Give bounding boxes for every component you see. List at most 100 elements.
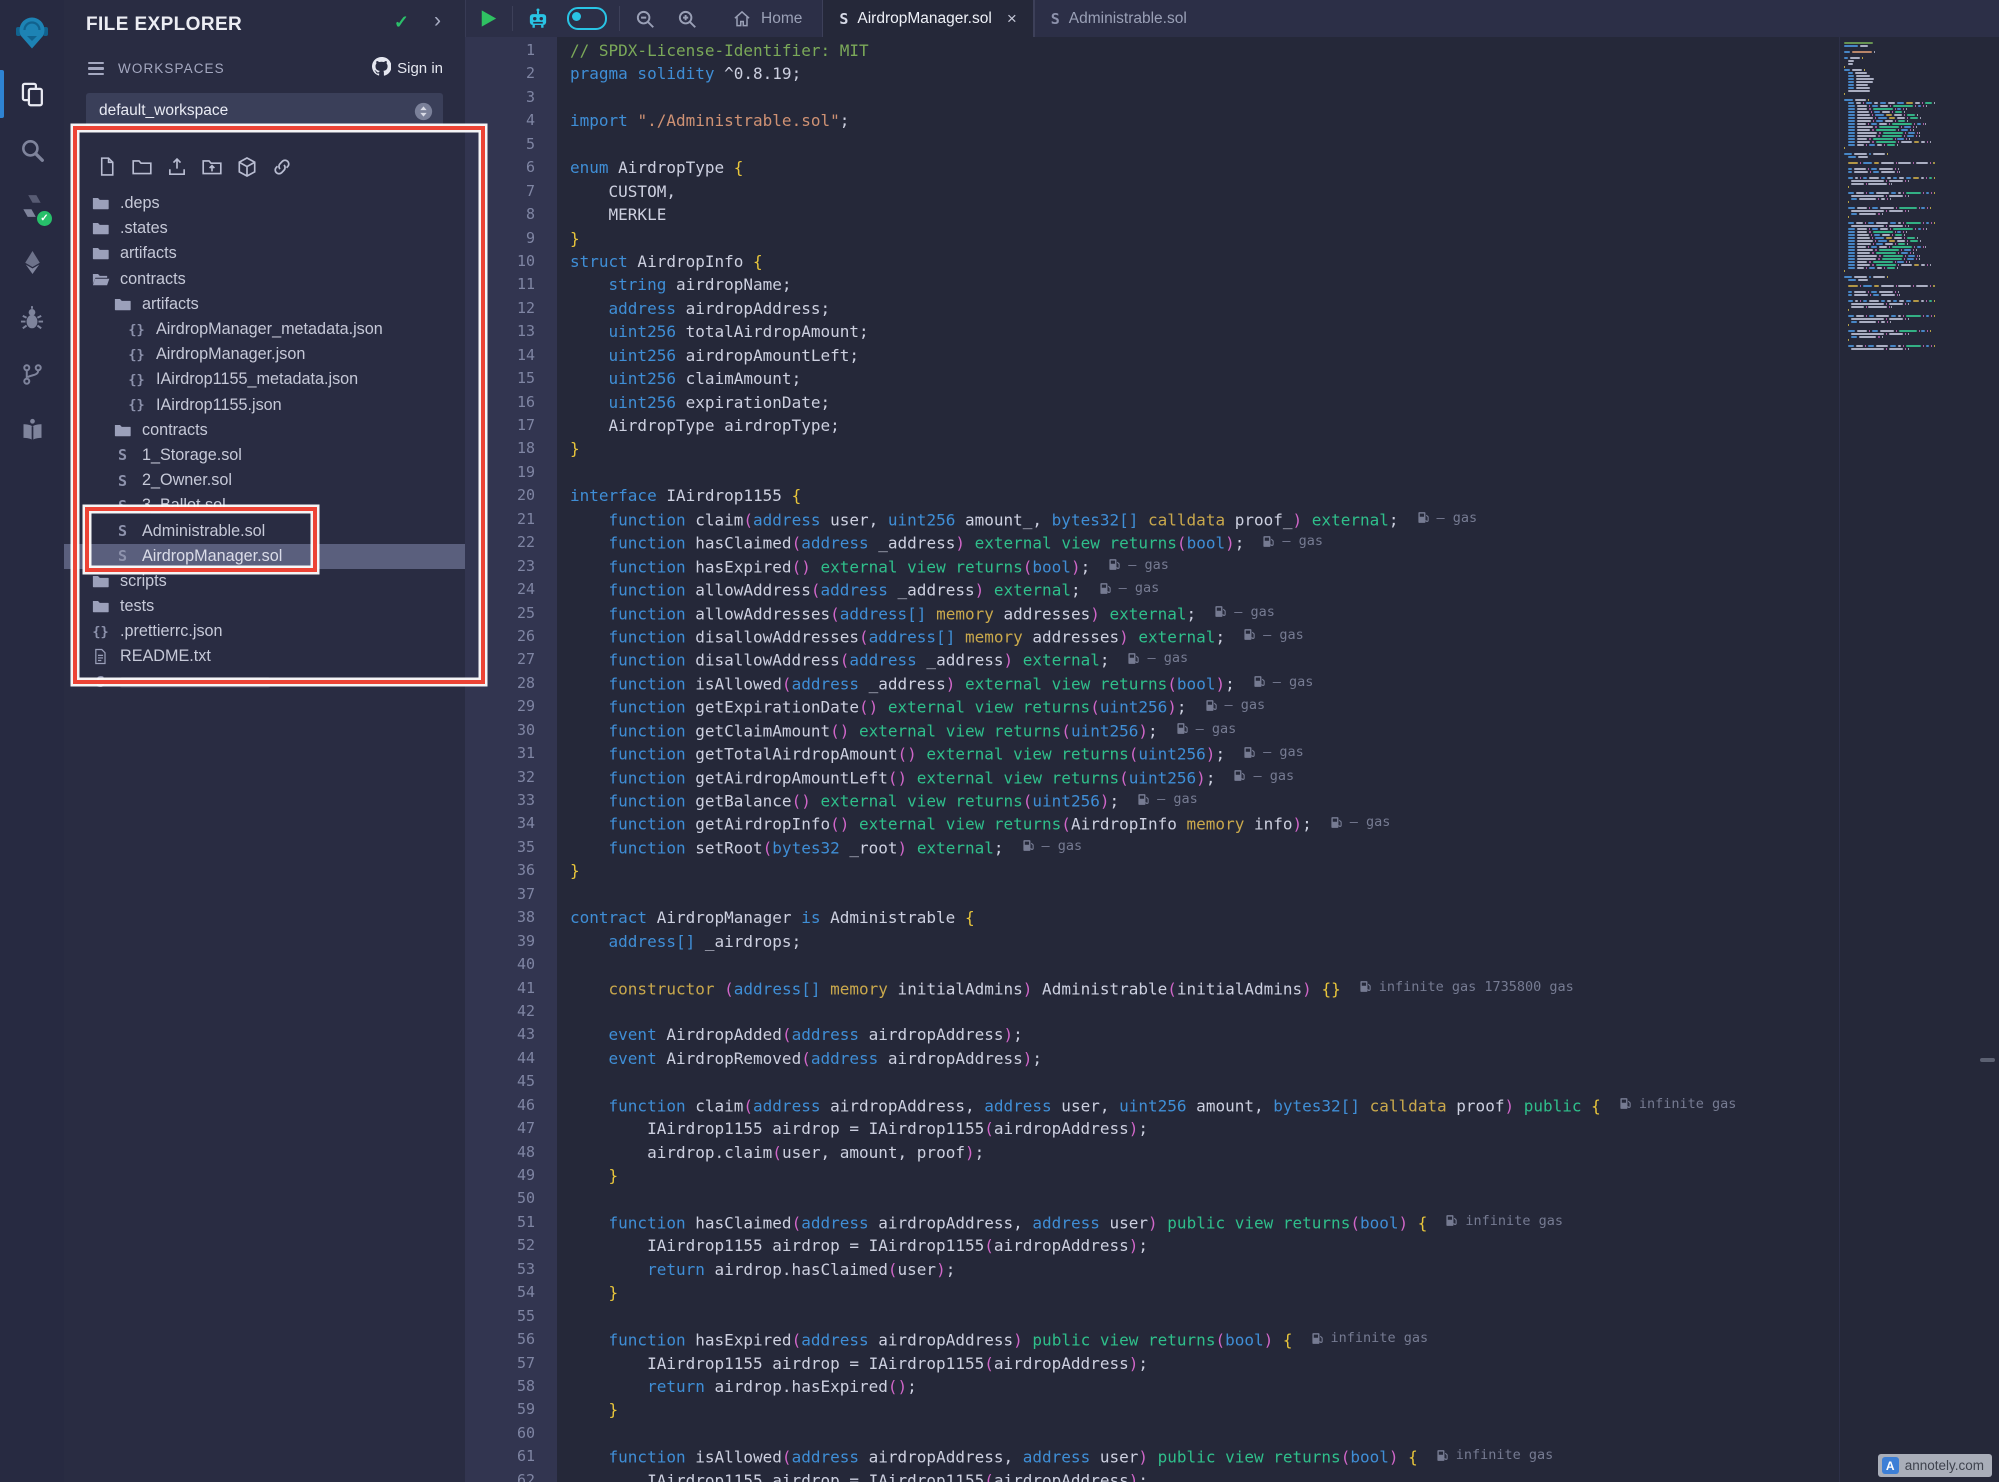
code-line[interactable]: string airdropName; — [570, 275, 1839, 298]
code-line[interactable]: } — [570, 861, 1839, 884]
code-line[interactable]: } — [570, 1400, 1839, 1423]
code-line[interactable]: function getTotalAirdropAmount() externa… — [570, 744, 1839, 767]
code-line[interactable]: } — [570, 1283, 1839, 1306]
tree-file[interactable]: S2_Owner.sol — [64, 468, 465, 493]
code-line[interactable]: function isAllowed(address _address) ext… — [570, 674, 1839, 697]
code-line[interactable]: pragma solidity ^0.8.19; — [570, 64, 1839, 87]
code-line[interactable]: uint256 airdropAmountLeft; — [570, 346, 1839, 369]
cube-icon[interactable] — [236, 156, 258, 178]
code-line[interactable]: } — [570, 229, 1839, 252]
code-line[interactable]: function isAllowed(address airdropAddres… — [570, 1447, 1839, 1470]
code-line[interactable]: uint256 claimAmount; — [570, 369, 1839, 392]
code-line[interactable]: } — [570, 439, 1839, 462]
workspaces-menu-icon[interactable] — [88, 62, 104, 76]
code-line[interactable]: AirdropType airdropType; — [570, 416, 1839, 439]
code-line[interactable]: return airdrop.hasClaimed(user); — [570, 1260, 1839, 1283]
code-line[interactable]: enum AirdropType { — [570, 158, 1839, 181]
code-line[interactable]: function setRoot(bytes32 _root) external… — [570, 838, 1839, 861]
scrollbar-gutter[interactable] — [1937, 37, 1999, 1482]
tree-folder[interactable]: contracts — [64, 267, 465, 292]
code-line[interactable]: airdrop.claim(user, amount, proof); — [570, 1143, 1839, 1166]
solidity-compiler-icon[interactable]: ✓ — [0, 178, 64, 234]
code-line[interactable] — [570, 955, 1839, 978]
tree-file[interactable]: SAirdropManager.sol — [64, 544, 465, 569]
code-line[interactable] — [570, 1072, 1839, 1095]
code-line[interactable]: // SPDX-License-Identifier: MIT — [570, 41, 1839, 64]
code-line[interactable]: address airdropAddress; — [570, 299, 1839, 322]
code-line[interactable]: function hasExpired(address airdropAddre… — [570, 1330, 1839, 1353]
workspace-options-button[interactable] — [414, 102, 433, 121]
code-line[interactable]: IAirdrop1155 airdrop = IAirdrop1155(aird… — [570, 1354, 1839, 1377]
sign-in-button[interactable]: Sign in — [372, 57, 443, 80]
code-line[interactable]: MERKLE — [570, 205, 1839, 228]
code-line[interactable]: } — [570, 1166, 1839, 1189]
tree-file[interactable]: {}.prettierrc.json — [64, 619, 465, 644]
link-icon[interactable] — [271, 156, 293, 178]
new-folder-icon[interactable] — [131, 156, 153, 178]
file-explorer-icon[interactable] — [0, 66, 64, 122]
tree-folder[interactable]: artifacts — [64, 241, 465, 266]
tree-folder[interactable]: scripts — [64, 569, 465, 594]
close-icon[interactable]: × — [1007, 9, 1017, 29]
code-line[interactable]: function allowAddress(address _address) … — [570, 580, 1839, 603]
code-line[interactable]: contract AirdropManager is Administrable… — [570, 908, 1839, 931]
code-line[interactable]: function disallowAddresses(address[] mem… — [570, 627, 1839, 650]
code-line[interactable] — [570, 1189, 1839, 1212]
workspace-select[interactable]: default_workspace — [86, 93, 443, 129]
code-line[interactable]: function claim(address user, uint256 amo… — [570, 510, 1839, 533]
tab-airdropmanager-sol[interactable]: SAirdropManager.sol× — [822, 0, 1033, 37]
tree-file[interactable]: {}IAirdrop1155_metadata.json — [64, 367, 465, 392]
code-line[interactable] — [570, 88, 1839, 111]
tree-file[interactable]: SAdministrable.sol — [64, 518, 465, 543]
tree-folder[interactable]: artifacts — [64, 292, 465, 317]
code-line[interactable] — [570, 135, 1839, 158]
code-line[interactable] — [570, 885, 1839, 908]
git-icon[interactable] — [0, 346, 64, 402]
new-file-icon[interactable] — [97, 156, 118, 178]
upload-file-icon[interactable] — [166, 156, 188, 178]
tree-file[interactable]: S1_Storage.sol — [64, 443, 465, 468]
code-line[interactable]: IAirdrop1155 airdrop = IAirdrop1155(aird… — [570, 1236, 1839, 1259]
code-line[interactable]: IAirdrop1155 airdrop = IAirdrop1155(aird… — [570, 1471, 1839, 1482]
code-line[interactable]: CUSTOM, — [570, 182, 1839, 205]
code-line[interactable]: function disallowAddress(address _addres… — [570, 650, 1839, 673]
zoom-in-button[interactable] — [666, 0, 708, 37]
code-line[interactable] — [570, 1424, 1839, 1447]
scrollbar-thumb[interactable] — [1980, 1058, 1995, 1062]
upload-folder-icon[interactable] — [201, 156, 223, 178]
code-line[interactable] — [570, 463, 1839, 486]
code-line[interactable]: function hasExpired() external view retu… — [570, 557, 1839, 580]
debugger-icon[interactable] — [0, 290, 64, 346]
learn-icon[interactable] — [0, 402, 64, 458]
tab-home[interactable]: Home — [718, 0, 822, 37]
code-line[interactable]: import "./Administrable.sol"; — [570, 111, 1839, 134]
code-line[interactable]: uint256 totalAirdropAmount; — [570, 322, 1839, 345]
code-line[interactable]: function getExpirationDate() external vi… — [570, 697, 1839, 720]
deploy-run-icon[interactable] — [0, 234, 64, 290]
tree-folder[interactable]: .deps — [64, 191, 465, 216]
tab-administrable-sol[interactable]: SAdministrable.sol — [1034, 0, 1203, 37]
code-line[interactable]: function getAirdropAmountLeft() external… — [570, 768, 1839, 791]
ai-copilot-icon[interactable] — [517, 0, 559, 37]
tree-folder[interactable]: .states — [64, 216, 465, 241]
search-icon[interactable] — [0, 122, 64, 178]
ai-copilot-toggle[interactable] — [567, 7, 607, 30]
code-line[interactable]: function getBalance() external view retu… — [570, 791, 1839, 814]
code-line[interactable]: IAirdrop1155 airdrop = IAirdrop1155(aird… — [570, 1119, 1839, 1142]
code-line[interactable]: function hasClaimed(address airdropAddre… — [570, 1213, 1839, 1236]
chevron-right-icon[interactable]: › — [434, 9, 441, 33]
code-line[interactable]: interface IAirdrop1155 { — [570, 486, 1839, 509]
tree-file[interactable]: S3_Ballot.sol — [64, 493, 465, 518]
code-line[interactable]: function hasClaimed(address _address) ex… — [570, 533, 1839, 556]
code-line[interactable]: function claim(address airdropAddress, a… — [570, 1096, 1839, 1119]
code-area[interactable]: // SPDX-License-Identifier: MITpragma so… — [557, 37, 1839, 1482]
zoom-out-button[interactable] — [624, 0, 666, 37]
minimap[interactable] — [1839, 37, 1937, 1482]
code-line[interactable]: address[] _airdrops; — [570, 932, 1839, 955]
tree-file[interactable]: {}AirdropManager_metadata.json — [64, 317, 465, 342]
code-line[interactable] — [570, 1307, 1839, 1330]
code-line[interactable] — [570, 1002, 1839, 1025]
tree-file[interactable]: {}AirdropManager.json — [64, 342, 465, 367]
tree-folder[interactable]: tests — [64, 594, 465, 619]
code-line[interactable]: return airdrop.hasExpired(); — [570, 1377, 1839, 1400]
